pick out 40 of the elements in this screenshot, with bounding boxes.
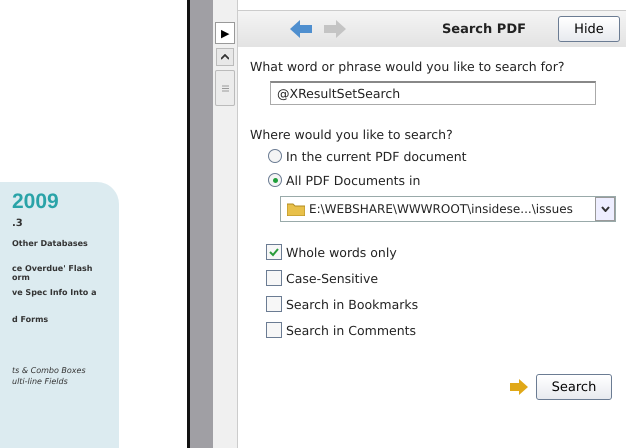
contents-entry: orm bbox=[12, 273, 31, 282]
radio-button[interactable] bbox=[268, 149, 282, 163]
folder-icon bbox=[287, 202, 305, 216]
back-arrow-icon[interactable] bbox=[290, 20, 312, 38]
scope-label: Where would you like to search? bbox=[250, 127, 454, 142]
contents-entry: ve Spec Info Into a bbox=[12, 288, 98, 297]
checkbox[interactable] bbox=[266, 244, 282, 260]
checkbox-label: Whole words only bbox=[286, 244, 397, 260]
caret-up-icon bbox=[221, 54, 230, 60]
panel-title: Search PDF bbox=[440, 22, 527, 36]
radio-label: In the current PDF document bbox=[286, 148, 467, 164]
contents-entry: ts & Combo Boxes bbox=[12, 366, 87, 375]
arrow-right-icon bbox=[510, 379, 528, 395]
year-heading: 2009 bbox=[12, 190, 60, 214]
query-label: What word or phrase would you like to search for? bbox=[250, 59, 566, 74]
dropdown-button[interactable] bbox=[595, 197, 615, 221]
search-button[interactable]: Search bbox=[536, 374, 612, 400]
checkbox-label: Case-Sensitive bbox=[286, 270, 378, 286]
scroll-thumb[interactable] bbox=[215, 70, 236, 106]
contents-entry: d Forms bbox=[12, 315, 50, 324]
checkbox[interactable] bbox=[266, 270, 282, 286]
chevron-down-icon bbox=[600, 206, 610, 212]
panel-toggle-button[interactable]: ▶ bbox=[215, 22, 236, 44]
scroll-up-button[interactable] bbox=[216, 48, 234, 66]
grip-icon bbox=[222, 84, 229, 92]
hide-button[interactable]: Hide bbox=[558, 16, 620, 42]
folder-dropdown[interactable]: E:\WEBSHARE\WWWROOT\insidese...\issues bbox=[280, 196, 616, 222]
radio-button[interactable] bbox=[268, 173, 282, 187]
contents-entry: ce Overdue' Flash bbox=[12, 264, 94, 273]
checkbox[interactable] bbox=[266, 296, 282, 312]
contents-entry: Other Databases bbox=[12, 239, 89, 248]
checkbox[interactable] bbox=[266, 322, 282, 338]
issue-number: .3 bbox=[12, 218, 24, 229]
folder-path: E:\WEBSHARE\WWWROOT\insidese...\issues bbox=[309, 202, 574, 216]
checkbox-label: Search in Bookmarks bbox=[286, 296, 418, 312]
checkmark-icon bbox=[269, 248, 279, 256]
checkbox-label: Search in Comments bbox=[286, 322, 416, 338]
radio-label: All PDF Documents in bbox=[286, 172, 420, 188]
contents-entry: ulti-line Fields bbox=[12, 377, 69, 386]
search-field[interactable]: @XResultSetSearch bbox=[270, 81, 596, 105]
